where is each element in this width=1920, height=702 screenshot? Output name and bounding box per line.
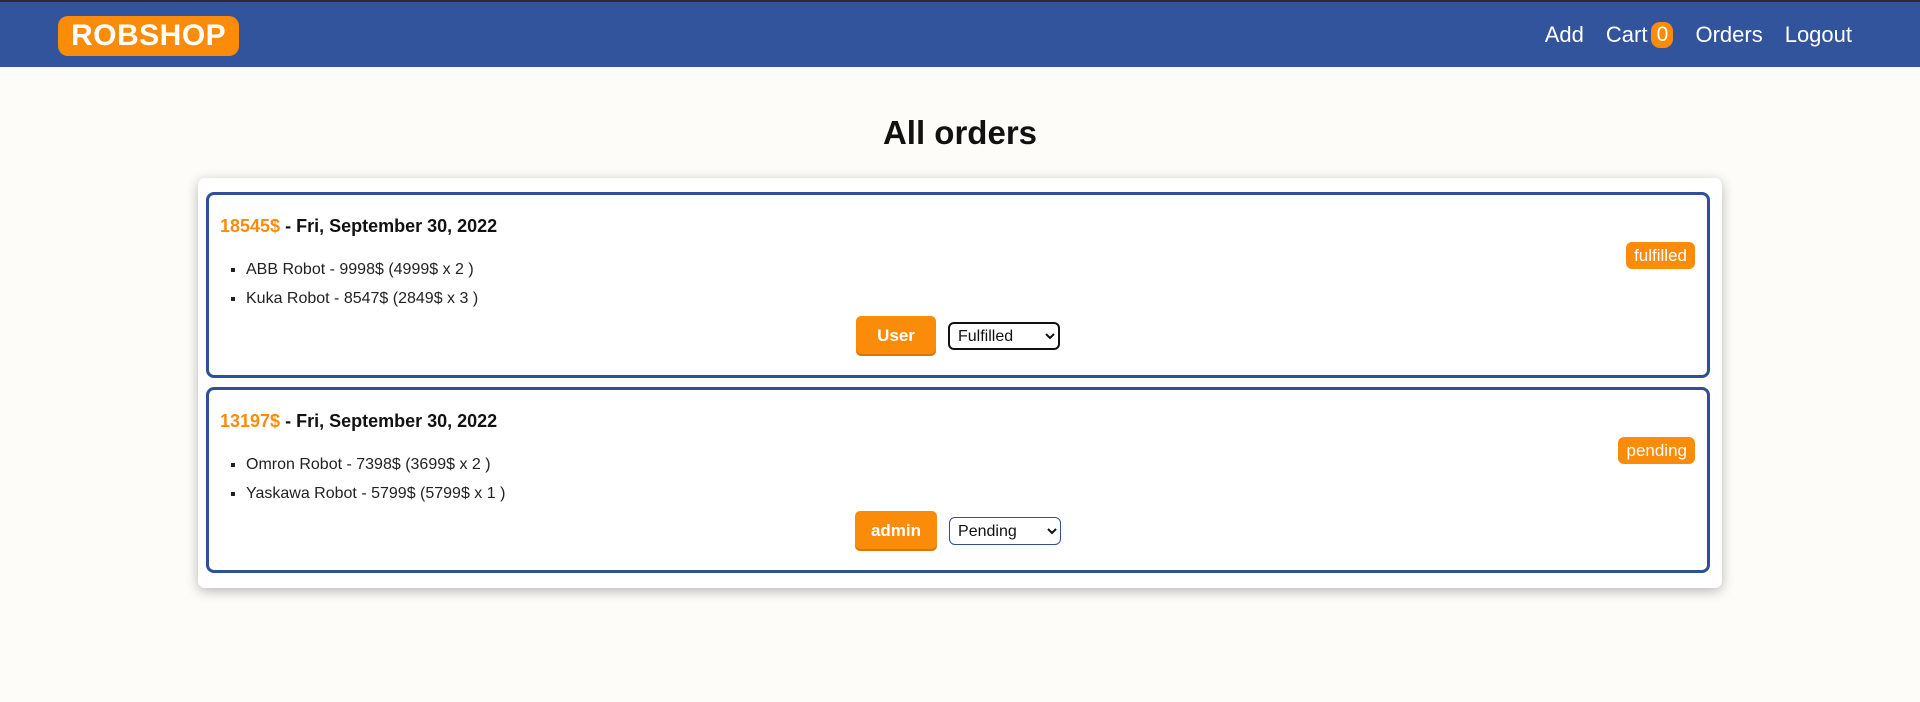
order-item: Omron Robot - 7398$ (3699$ x 2 ) (246, 450, 505, 479)
order-item: Yaskawa Robot - 5799$ (5799$ x 1 ) (246, 479, 505, 508)
order-items-list: ABB Robot - 9998$ (4999$ x 2 ) Kuka Robo… (221, 255, 478, 313)
nav-orders-link[interactable]: Orders (1695, 22, 1762, 48)
order-card: 18545$ - Fri, September 30, 2022 ABB Rob… (206, 192, 1710, 378)
status-select[interactable]: PendingFulfilled (949, 517, 1062, 545)
order-total: 18545$ (220, 216, 281, 236)
nav-add-link[interactable]: Add (1545, 22, 1584, 48)
order-total: 13197$ (220, 411, 281, 431)
order-card: 13197$ - Fri, September 30, 2022 Omron R… (206, 387, 1710, 573)
status-badge: pending (1618, 437, 1695, 464)
nav-cart-link[interactable]: Cart 0 (1605, 21, 1674, 48)
order-date: - Fri, September 30, 2022 (280, 411, 498, 431)
order-items-list: Omron Robot - 7398$ (3699$ x 2 ) Yaskawa… (221, 450, 505, 508)
order-date: - Fri, September 30, 2022 (280, 216, 498, 236)
user-button[interactable]: User (856, 316, 936, 356)
order-header: 13197$ - Fri, September 30, 2022 (220, 411, 497, 432)
cart-count-badge: 0 (1651, 21, 1674, 48)
page-title: All orders (882, 114, 1038, 151)
orders-panel: 18545$ - Fri, September 30, 2022 ABB Rob… (198, 178, 1722, 588)
order-item: ABB Robot - 9998$ (4999$ x 2 ) (246, 255, 478, 284)
nav-links: Add Cart 0 Orders Logout (1545, 2, 1852, 67)
status-select[interactable]: PendingFulfilled (948, 322, 1060, 350)
logo[interactable]: ROBSHOP (58, 16, 240, 56)
status-badge: fulfilled (1626, 242, 1695, 269)
order-actions: admin PendingFulfilled (209, 511, 1707, 551)
order-actions: User PendingFulfilled (209, 316, 1707, 356)
nav-logout-link[interactable]: Logout (1785, 22, 1852, 48)
navbar: ROBSHOP Add Cart 0 Orders Logout (0, 0, 1920, 67)
order-header: 18545$ - Fri, September 30, 2022 (220, 216, 497, 237)
admin-button[interactable]: admin (854, 511, 938, 551)
nav-cart-label: Cart (1605, 21, 1648, 47)
order-item: Kuka Robot - 8547$ (2849$ x 3 ) (246, 284, 478, 313)
